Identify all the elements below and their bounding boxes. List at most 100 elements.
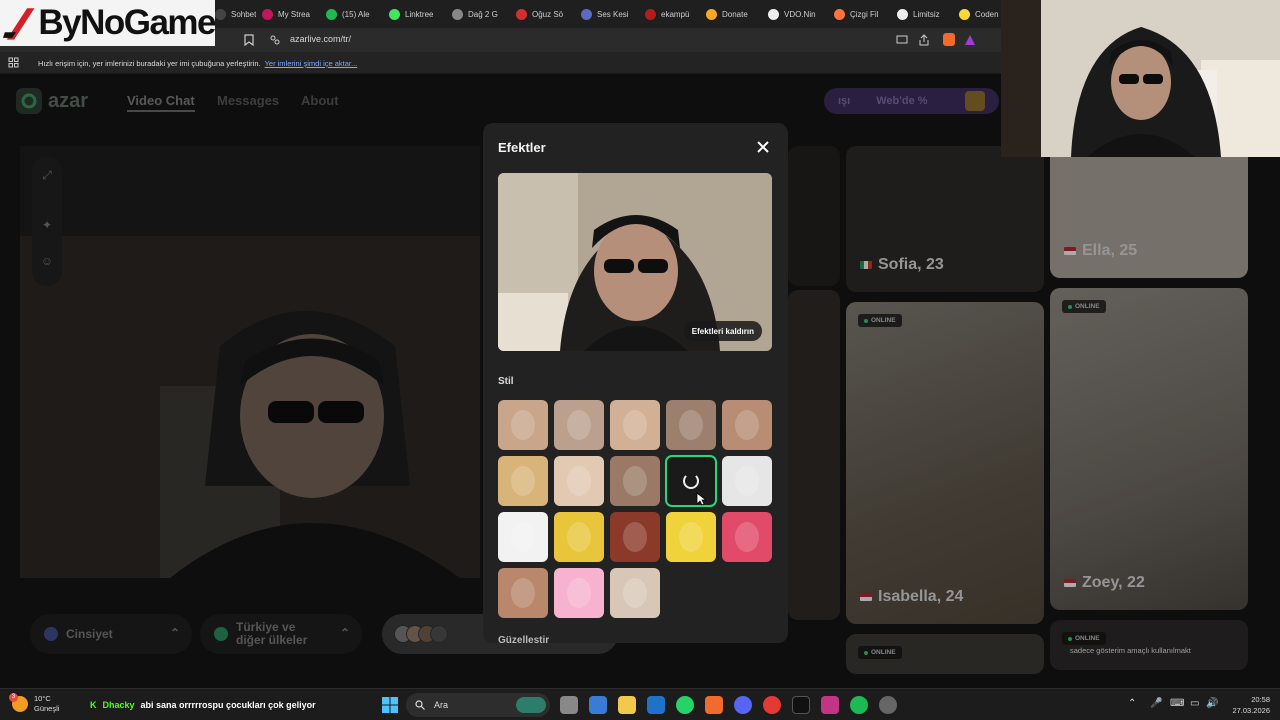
effect-thumbnail-face <box>735 466 759 496</box>
tab-favicon-icon <box>768 8 779 20</box>
effect-option-face-swap-1[interactable] <box>498 400 548 450</box>
tab-favicon-icon <box>897 8 908 20</box>
tab-favicon-icon <box>452 8 463 20</box>
tab-label: VDO.Nin <box>784 9 816 19</box>
microphone-icon[interactable]: 🎤 <box>1150 698 1162 709</box>
cast-icon[interactable] <box>896 35 908 45</box>
tab-label: Linktree <box>405 9 434 19</box>
browser-tab[interactable]: Dağ 2 G <box>452 3 498 25</box>
stream-chat-message: K Dhacky abi sana orrrrrospu çocukları ç… <box>90 700 316 710</box>
task-view-icon[interactable] <box>560 696 578 714</box>
effect-option-yellow-mask[interactable] <box>666 512 716 562</box>
file-explorer-icon[interactable] <box>618 696 636 714</box>
browser-tab[interactable]: Donate <box>706 3 748 25</box>
effect-thumbnail-face <box>511 410 535 440</box>
weather-temperature: 10°C <box>34 694 51 703</box>
rewards-icon[interactable] <box>964 34 976 46</box>
apps-icon[interactable] <box>8 57 19 68</box>
browser-tab[interactable]: Oğuz Sö <box>516 3 563 25</box>
browser-tab[interactable]: Linktree <box>389 3 433 25</box>
tab-favicon-icon <box>215 8 226 20</box>
browser-tab[interactable]: Ses Kesi <box>581 3 629 25</box>
browser-tab[interactable]: Coden <box>959 3 999 25</box>
mouse-cursor-icon <box>696 492 706 506</box>
browser-tab[interactable]: ekampü <box>645 3 689 25</box>
brave-shield-icon[interactable] <box>943 33 955 46</box>
effect-option-face-swap-4[interactable] <box>666 400 716 450</box>
chevron-up-icon[interactable]: ⌃ <box>1128 698 1136 709</box>
effect-thumbnail-face <box>735 410 759 440</box>
logo-text: ByNoGame <box>38 3 216 42</box>
effect-option-cat-face[interactable] <box>610 456 660 506</box>
effect-thumbnail-face <box>623 410 647 440</box>
instagram-icon[interactable] <box>821 696 839 714</box>
effect-option-smile-woman[interactable] <box>498 568 548 618</box>
share-icon[interactable] <box>918 34 930 46</box>
effect-option-face-swap-5[interactable] <box>722 400 772 450</box>
browser-tab[interactable]: Limitsiz <box>897 3 940 25</box>
effect-option-cartoon-face[interactable] <box>498 512 548 562</box>
tab-label: My Strea <box>278 9 311 19</box>
browser-tab[interactable]: My Strea <box>262 3 310 25</box>
effect-thumbnail-face <box>511 466 535 496</box>
bookmark-hint: Hızlı erişim için, yer imlerinizi burada… <box>38 59 261 68</box>
effect-option-bunny-ears[interactable] <box>554 568 604 618</box>
effect-preview: Efektleri kaldırın <box>498 173 772 351</box>
tab-label: Coden <box>975 9 999 19</box>
effect-option-dark-bunny-loading[interactable] <box>665 455 717 507</box>
windows-start-icon[interactable] <box>382 697 398 713</box>
effect-option-leopard-woman[interactable] <box>610 512 660 562</box>
keyboard-icon[interactable]: ⌨ <box>1170 698 1184 709</box>
browser-tab[interactable]: VDO.Nin <box>768 3 816 25</box>
site-settings-icon[interactable] <box>270 35 280 45</box>
close-icon[interactable] <box>755 139 771 155</box>
whatsapp-icon[interactable] <box>676 696 694 714</box>
effect-thumbnail-face <box>623 522 647 552</box>
app-icon[interactable] <box>763 696 781 714</box>
network-icon[interactable]: ▭ <box>1190 698 1199 709</box>
section-title-beautify: Güzelleştir <box>498 635 550 643</box>
weather-description: Güneşli <box>34 704 60 713</box>
clock-time: 20:58 <box>1251 695 1270 704</box>
bookmark-icon[interactable] <box>244 34 254 46</box>
browser-tab[interactable]: (15) Ale <box>326 3 370 25</box>
screen: { "browser": { "tabs": [ {"label": "Sohb… <box>0 0 1280 720</box>
effect-option-flip-flop[interactable] <box>554 512 604 562</box>
taskbar-search[interactable]: Ara <box>406 693 550 717</box>
bynogame-logo-icon <box>3 8 35 40</box>
effect-option-sunglasses-woman[interactable] <box>610 568 660 618</box>
effect-option-mask-white[interactable] <box>498 456 548 506</box>
volume-icon[interactable]: 🔊 <box>1206 698 1218 709</box>
browser-tab[interactable]: Sohbet <box>215 3 256 25</box>
remove-effects-button[interactable]: Efektleri kaldırın <box>683 321 762 341</box>
search-icon <box>415 700 425 710</box>
effect-option-glasses-woman[interactable] <box>554 456 604 506</box>
browser-tab[interactable]: Çizgi Fil <box>834 3 878 25</box>
effect-thumbnail-face <box>511 578 535 608</box>
weather-widget[interactable]: 3 10°C Güneşli <box>9 693 60 714</box>
url-text[interactable]: azarlive.com/tr/ <box>290 34 351 44</box>
tab-favicon-icon <box>389 8 400 20</box>
effect-option-cartoon-monster[interactable] <box>722 456 772 506</box>
search-highlight-icon <box>516 697 546 713</box>
brave-browser-icon[interactable] <box>705 696 723 714</box>
search-placeholder: Ara <box>434 700 449 710</box>
tiktok-icon[interactable] <box>792 696 810 714</box>
notification-badge: 3 <box>9 693 18 702</box>
effects-modal: Efektler Efektleri kaldırın Stil Güzelle… <box>483 123 788 643</box>
effect-option-face-swap-2[interactable] <box>554 400 604 450</box>
tab-label: ekampü <box>661 9 690 19</box>
effect-thumbnail-face <box>679 522 703 552</box>
spotify-icon[interactable] <box>850 696 868 714</box>
section-title-style: Stil <box>498 376 514 387</box>
store-icon[interactable] <box>589 696 607 714</box>
tab-favicon-icon <box>516 8 527 20</box>
obs-icon[interactable] <box>879 696 897 714</box>
outlook-icon[interactable] <box>647 696 665 714</box>
effect-option-face-swap-3[interactable] <box>610 400 660 450</box>
tab-label: Oğuz Sö <box>532 9 564 19</box>
import-bookmarks-link[interactable]: Yer imlerini şimdi içe aktar... <box>265 59 358 68</box>
system-clock[interactable]: 20:58 27.03.2026 <box>1226 694 1270 716</box>
discord-icon[interactable] <box>734 696 752 714</box>
effect-option-heart-face[interactable] <box>722 512 772 562</box>
